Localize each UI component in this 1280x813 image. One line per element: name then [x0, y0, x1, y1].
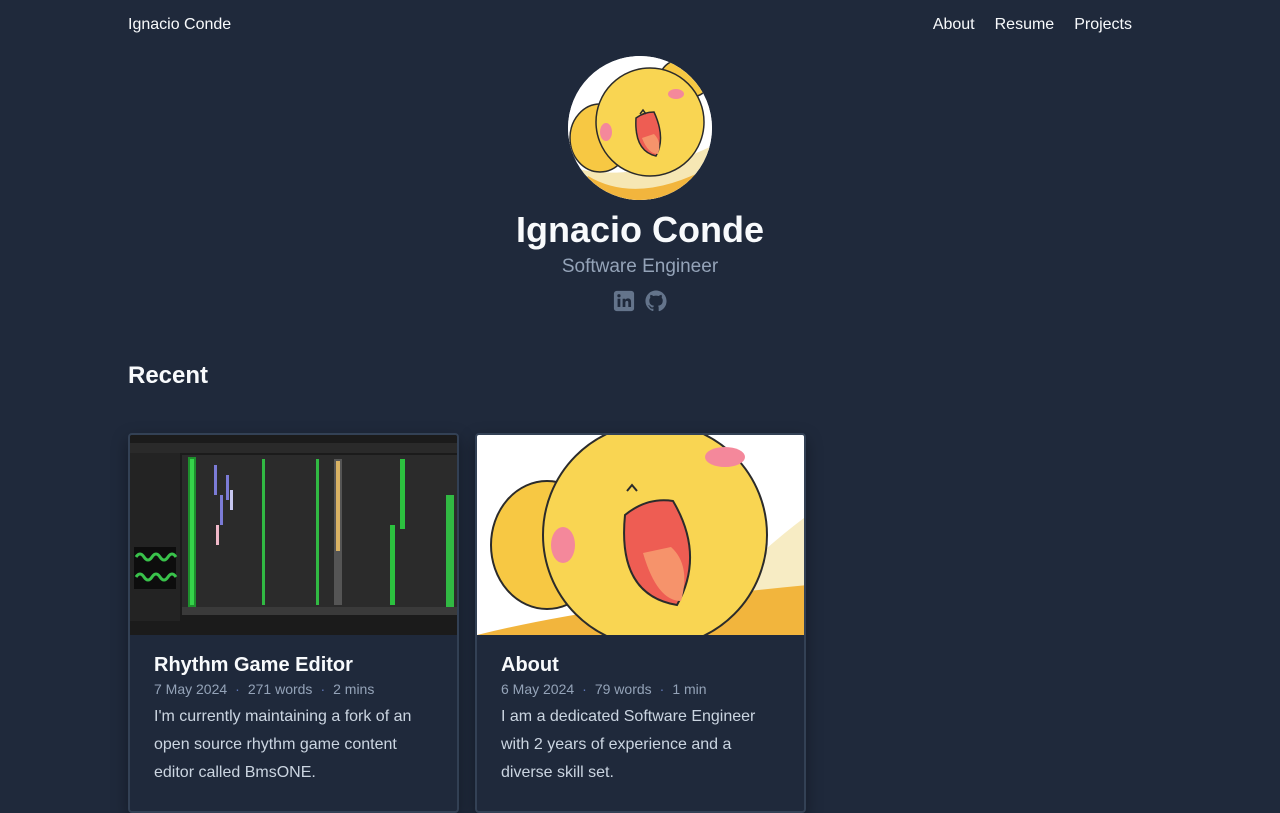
card-word-count: 79 words: [594, 681, 652, 697]
card-reading-time: 2 mins: [333, 681, 375, 697]
top-navbar: Ignacio Conde About Resume Projects: [0, 0, 1280, 52]
card-date: 6 May 2024: [501, 681, 575, 697]
card-meta: 7 May 2024 · 271 words · 2 mins: [154, 681, 433, 697]
profile-hero: Ignacio Conde Software Engineer: [0, 56, 1280, 312]
nav-link-resume[interactable]: Resume: [995, 16, 1055, 34]
avatar: [568, 56, 712, 200]
cartoon-avatar-image: [568, 56, 712, 200]
profile-role: Software Engineer: [561, 256, 719, 277]
recent-section-title: Recent: [128, 362, 209, 389]
profile-name: Ignacio Conde: [515, 209, 764, 250]
card-thumbnail-avatar: [477, 435, 804, 635]
site-brand-link[interactable]: Ignacio Conde: [128, 16, 231, 34]
recent-cards: Rhythm Game Editor 7 May 2024 · 271 word…: [128, 433, 806, 813]
nav-link-projects[interactable]: Projects: [1074, 16, 1132, 34]
card-body: About 6 May 2024 · 79 words · 1 min I am…: [477, 635, 804, 787]
meta-separator-dot: ·: [320, 681, 326, 697]
card-title[interactable]: Rhythm Game Editor: [154, 651, 433, 679]
card-meta: 6 May 2024 · 79 words · 1 min: [501, 681, 780, 697]
social-links: [0, 290, 1280, 312]
nav-link-about[interactable]: About: [933, 16, 975, 34]
card-reading-time: 1 min: [672, 681, 707, 697]
card-summary: I'm currently maintaining a fork of an o…: [154, 708, 412, 781]
card-title[interactable]: About: [501, 651, 780, 679]
card-thumbnail-editor-screenshot: [130, 435, 457, 635]
meta-separator-dot: ·: [659, 681, 665, 697]
recent-card-about[interactable]: About 6 May 2024 · 79 words · 1 min I am…: [475, 433, 806, 813]
card-word-count: 271 words: [247, 681, 313, 697]
github-icon[interactable]: [645, 290, 667, 312]
editor-screenshot-image: [130, 435, 457, 635]
card-body: Rhythm Game Editor 7 May 2024 · 271 word…: [130, 635, 457, 787]
card-date: 7 May 2024: [154, 681, 228, 697]
linkedin-icon[interactable]: [613, 290, 635, 312]
card-summary: I am a dedicated Software Engineer with …: [501, 708, 756, 781]
meta-separator-dot: ·: [235, 681, 240, 697]
meta-separator-dot: ·: [582, 681, 587, 697]
recent-card-rhythm-game-editor[interactable]: Rhythm Game Editor 7 May 2024 · 271 word…: [128, 433, 459, 813]
cartoon-avatar-image: [477, 435, 804, 635]
main-nav: About Resume Projects: [933, 16, 1132, 34]
